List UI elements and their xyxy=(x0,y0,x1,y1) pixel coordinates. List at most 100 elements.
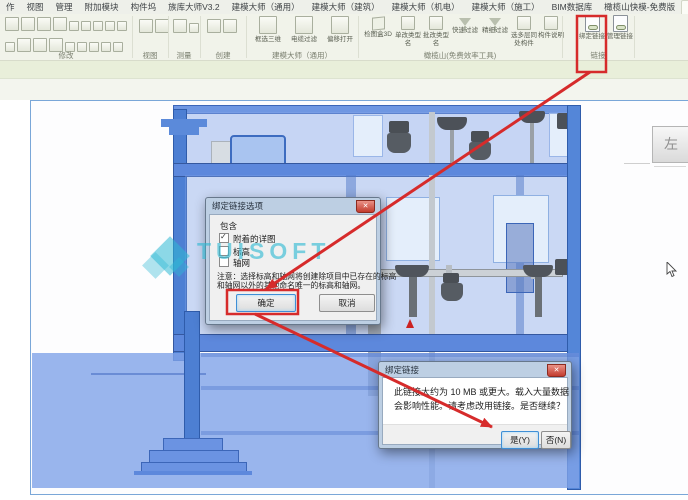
group-label-link: 链接 xyxy=(590,51,606,60)
dialog-body: 包含 附着的详图 标高 轴网 注意：选择标高和轴网将创建除项目中已存在的标高 和… xyxy=(209,214,396,321)
options-bar xyxy=(0,61,688,79)
door xyxy=(506,223,534,293)
tab-component-dock[interactable]: 构件坞 xyxy=(125,0,163,14)
dialog-body: 此链接大约为 10 MB 或更大。载入大量数据 会影响性能。请考虑改用链接。是否… xyxy=(382,377,571,449)
include-label: 包含 xyxy=(220,221,238,231)
group-label-view: 视图 xyxy=(142,51,158,60)
yes-button[interactable]: 是(Y) xyxy=(501,431,539,449)
tool-icon[interactable] xyxy=(105,21,115,31)
ribbon-tab-bar: 作 视图 管理 附加模块 构件坞 族库大师V3.2 建模大师（通用） 建模大师（… xyxy=(0,0,688,14)
funnel-icon xyxy=(489,18,501,26)
dialog-footer xyxy=(383,424,567,444)
group-label-jmds: 建模大师（通用） xyxy=(272,51,332,60)
toilet-tank xyxy=(389,121,409,133)
mouse-cursor xyxy=(666,262,678,278)
offset-open-icon xyxy=(331,16,349,34)
wall-basin xyxy=(437,117,467,130)
pedestal-sink-bowl xyxy=(395,265,429,277)
wall-basin xyxy=(519,111,545,123)
toilet-tank xyxy=(471,131,489,142)
tool-icon[interactable] xyxy=(53,17,67,31)
revit-app-window: 作 视图 管理 附加模块 构件坞 族库大师V3.2 建模大师（通用） 建模大师（… xyxy=(0,0,688,500)
rename-type-batch-icon xyxy=(429,16,443,30)
tab-jmds-general[interactable]: 建模大师（通用） xyxy=(226,0,306,14)
cancel-button[interactable]: 取消 xyxy=(319,294,375,312)
group-label-measure: 测量 xyxy=(176,51,192,60)
tool-icon[interactable] xyxy=(81,21,91,31)
cornice xyxy=(161,119,207,127)
pedestal-sink-base xyxy=(409,277,417,317)
toilet-tank xyxy=(443,273,459,283)
close-icon[interactable]: ✕ xyxy=(547,364,566,377)
dialog-bind-link-warning: 绑定链接 ✕ 此链接大约为 10 MB 或更大。载入大量数据 会影响性能。请考虑… xyxy=(378,361,572,449)
tab-jmds-constr[interactable]: 建模大师（施工） xyxy=(466,0,546,14)
tab-bim-db[interactable]: BIM数据库 xyxy=(546,0,599,14)
basin-drain-pipe xyxy=(530,123,534,163)
tool-icon[interactable] xyxy=(223,19,237,33)
tab-addins[interactable]: 附加模块 xyxy=(79,0,125,14)
manage-link-icon xyxy=(612,15,628,32)
modify-tool-grid xyxy=(4,16,128,52)
bind-link-icon xyxy=(584,15,600,32)
tool-icon[interactable] xyxy=(155,19,169,33)
ok-button[interactable]: 确定 xyxy=(236,294,296,312)
view-control-strip xyxy=(0,79,688,100)
tab-jmds-mep[interactable]: 建模大师（机电） xyxy=(386,0,466,14)
view-tools xyxy=(138,18,170,39)
red-flag-marker xyxy=(406,319,414,328)
tab-family-master[interactable]: 族库大师V3.2 xyxy=(162,0,226,14)
tool-icon[interactable] xyxy=(117,21,127,31)
ribbon: 修改 视图 测量 创建 框选三维 电缆过滤 偏移打开 建模大师（通用） 检图盒3… xyxy=(0,14,688,61)
dialog-title: 绑定链接选项 xyxy=(212,201,264,211)
toilet xyxy=(469,142,491,160)
tab-jmds-arch[interactable]: 建模大师（建筑） xyxy=(306,0,386,14)
toilet xyxy=(441,283,463,301)
riser-pipe xyxy=(429,112,435,163)
dialog-title: 绑定链接 xyxy=(385,365,420,375)
no-button[interactable]: 否(N) xyxy=(541,431,571,449)
tool-icon[interactable] xyxy=(93,21,103,31)
funnel-icon xyxy=(459,18,471,26)
pedestal-sink-bowl xyxy=(523,265,553,277)
compass-line xyxy=(654,166,686,167)
compass-line xyxy=(624,163,650,164)
warning-text: 此链接大约为 10 MB 或更大。载入大量数据 xyxy=(394,387,570,397)
close-icon[interactable]: ✕ xyxy=(356,200,375,213)
group-label-gls: 橄榄山(免费效率工具) xyxy=(423,51,497,60)
rename-type-icon xyxy=(401,16,415,30)
box-select-3d-icon xyxy=(259,16,277,34)
floor-slab xyxy=(173,334,581,352)
tab-collaborate[interactable]: 作 xyxy=(0,0,21,14)
appliance-box xyxy=(211,141,231,165)
tool-icon[interactable] xyxy=(69,21,79,31)
cube-icon xyxy=(371,16,385,31)
tool-icon[interactable] xyxy=(5,17,19,31)
measure-tools xyxy=(172,18,200,39)
group-label-modify: 修改 xyxy=(58,51,74,60)
basin-drain-pipe xyxy=(450,130,454,163)
notes-icon xyxy=(544,16,558,30)
footing-base xyxy=(134,471,252,475)
toilet xyxy=(387,133,411,153)
group-label-create: 创建 xyxy=(215,51,231,60)
watermark-text: TUISOFT xyxy=(197,238,331,264)
tab-gls-structure[interactable]: GLS土建 xyxy=(681,0,688,14)
cornice xyxy=(169,127,199,135)
note-text: 和轴网以外的其他命名唯一的标高和轴网。 xyxy=(217,281,366,290)
tool-icon[interactable] xyxy=(37,17,51,31)
tool-icon[interactable] xyxy=(207,19,221,33)
tab-manage[interactable]: 管理 xyxy=(50,0,79,14)
tool-icon[interactable] xyxy=(21,17,35,31)
pedestal-sink-base xyxy=(535,277,542,317)
tool-icon[interactable] xyxy=(173,19,187,33)
create-tools xyxy=(206,18,238,39)
tab-glsolive-free[interactable]: 橄榄山快模-免费版 xyxy=(598,0,681,14)
tool-icon[interactable] xyxy=(139,19,153,33)
tab-view[interactable]: 视图 xyxy=(21,0,50,14)
window xyxy=(353,115,383,157)
viewcube[interactable]: 左 xyxy=(652,126,688,163)
cable-filter-icon xyxy=(295,16,313,34)
tool-icon[interactable] xyxy=(189,23,199,33)
warning-text: 会影响性能。请考虑改用链接。是否继续？ xyxy=(394,401,566,411)
layers-icon xyxy=(517,16,531,30)
